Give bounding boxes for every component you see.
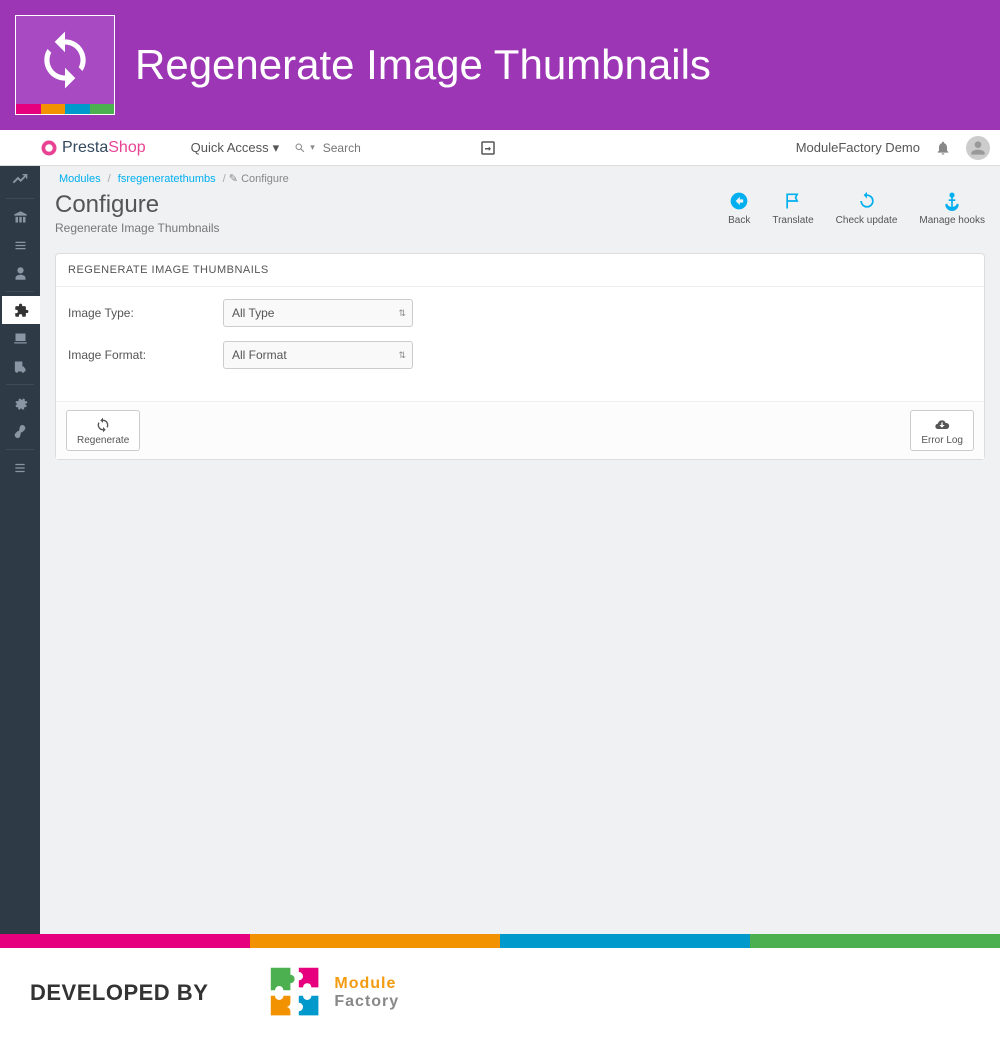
cloud-download-icon: [934, 417, 950, 433]
anchor-icon: [942, 191, 962, 211]
image-format-select[interactable]: All Format: [223, 341, 413, 369]
notifications-icon[interactable]: [935, 140, 951, 156]
banner-title: Regenerate Image Thumbnails: [135, 41, 711, 89]
sidebar-item-design[interactable]: [0, 324, 40, 352]
refresh-icon: [34, 29, 96, 91]
sidebar-item-customers[interactable]: [0, 259, 40, 287]
footer: Developed by Module Factory: [0, 948, 1000, 1038]
page-title: Configure: [55, 191, 220, 219]
search-input[interactable]: [319, 137, 469, 159]
breadcrumb-current: Configure: [241, 173, 289, 185]
exit-icon[interactable]: [479, 139, 497, 157]
logo[interactable]: PrestaShop: [40, 139, 146, 157]
mf-module-text: Module: [334, 975, 399, 993]
sidebar: [0, 166, 40, 934]
search-icon[interactable]: [294, 142, 306, 154]
image-type-select[interactable]: All Type: [223, 299, 413, 327]
topbar: PrestaShop Quick Access ▾ ▾ ModuleFactor…: [0, 130, 1000, 166]
config-panel: REGENERATE IMAGE THUMBNAILS Image Type: …: [55, 253, 985, 460]
image-type-label: Image Type:: [68, 306, 223, 320]
check-update-button[interactable]: Check update: [836, 191, 898, 235]
user-avatar[interactable]: [966, 136, 990, 160]
sidebar-item-list[interactable]: [0, 454, 40, 482]
manage-hooks-button[interactable]: Manage hooks: [919, 191, 985, 235]
page-subtitle: Regenerate Image Thumbnails: [55, 221, 220, 235]
back-button[interactable]: Back: [728, 191, 750, 235]
sidebar-item-settings[interactable]: [0, 389, 40, 417]
quick-access-menu[interactable]: Quick Access ▾: [191, 140, 280, 156]
page-header: Configure Regenerate Image Thumbnails Ba…: [40, 191, 1000, 245]
color-bar: [0, 934, 1000, 948]
chevron-down-icon[interactable]: ▾: [310, 142, 315, 153]
error-log-button[interactable]: Error Log: [910, 410, 974, 451]
banner-icon: [15, 15, 115, 115]
content: Modules / fsregeneratethumbs / ✎ Configu…: [40, 166, 1000, 934]
refresh-icon: [95, 417, 111, 433]
sidebar-item-shipping[interactable]: [0, 352, 40, 380]
chevron-down-icon: ▾: [273, 140, 280, 156]
sidebar-item-dashboard[interactable]: [0, 166, 40, 194]
demo-label[interactable]: ModuleFactory Demo: [796, 140, 920, 155]
image-format-label: Image Format:: [68, 348, 223, 362]
breadcrumb: Modules / fsregeneratethumbs / ✎ Configu…: [40, 166, 1000, 191]
refresh-icon: [857, 191, 877, 211]
presta-logo-icon: [40, 139, 58, 157]
panel-heading: REGENERATE IMAGE THUMBNAILS: [56, 254, 984, 287]
breadcrumb-module-slug[interactable]: fsregeneratethumbs: [118, 173, 216, 185]
puzzle-icon: [268, 965, 324, 1021]
sidebar-item-orders[interactable]: [0, 203, 40, 231]
developed-by-label: Developed by: [30, 980, 208, 1006]
sidebar-item-catalog[interactable]: [0, 231, 40, 259]
module-factory-logo: Module Factory: [268, 965, 399, 1021]
sidebar-item-modules[interactable]: [0, 296, 40, 324]
breadcrumb-modules[interactable]: Modules: [59, 173, 101, 185]
back-icon: [729, 191, 749, 211]
promo-banner: Regenerate Image Thumbnails: [0, 0, 1000, 130]
search-box: ▾: [294, 137, 469, 159]
mf-factory-text: Factory: [334, 993, 399, 1011]
sidebar-item-link[interactable]: [0, 417, 40, 445]
flag-icon: [783, 191, 803, 211]
translate-button[interactable]: Translate: [772, 191, 813, 235]
regenerate-button[interactable]: Regenerate: [66, 410, 140, 451]
